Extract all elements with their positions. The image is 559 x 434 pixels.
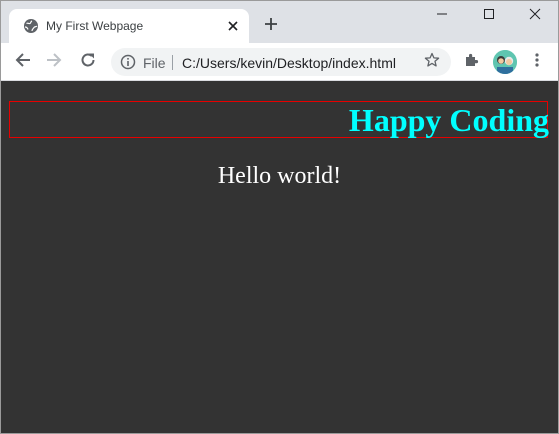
plus-icon [264,17,278,36]
more-vert-icon [535,52,539,73]
arrow-left-icon [15,52,31,73]
maximize-button[interactable] [466,1,512,31]
window-close-button[interactable] [512,1,558,31]
tab-strip: My First Webpage [1,1,558,43]
page-header-box: Happy Coding [9,101,549,138]
close-icon[interactable] [225,18,241,34]
forward-button[interactable] [41,49,67,75]
page-viewport: Happy Coding Hello world! [1,81,558,433]
globe-icon [23,18,39,34]
profile-avatar-button[interactable] [493,50,517,74]
tab-active[interactable]: My First Webpage [9,9,249,43]
reload-icon [80,52,96,73]
url-text[interactable]: C:/Users/kevin/Desktop/index.html [182,55,396,71]
browser-toolbar: File C:/Users/kevin/Desktop/index.html [1,43,558,81]
star-icon [424,52,440,73]
extensions-button[interactable] [462,52,482,72]
browser-window: My First Webpage File C:/Users/kevin/Des… [0,0,559,434]
page-heading: Happy Coding [348,102,549,138]
tab-title: My First Webpage [46,19,144,33]
puzzle-icon [464,52,480,73]
back-button[interactable] [10,49,36,75]
minimize-button[interactable] [419,1,465,31]
reload-button[interactable] [75,49,101,75]
close-icon [529,7,541,25]
scheme-label: File [143,55,166,71]
minimize-icon [436,7,448,25]
info-icon[interactable] [120,54,136,70]
arrow-right-icon [46,52,62,73]
address-bar[interactable]: File C:/Users/kevin/Desktop/index.html [111,48,451,76]
address-divider [172,55,173,70]
new-tab-button[interactable] [260,15,282,37]
maximize-icon [483,7,495,25]
menu-button[interactable] [527,52,547,72]
page-body-text: Hello world! [217,163,342,189]
bookmark-star-button[interactable] [423,52,441,73]
avatar-icon [493,50,517,74]
